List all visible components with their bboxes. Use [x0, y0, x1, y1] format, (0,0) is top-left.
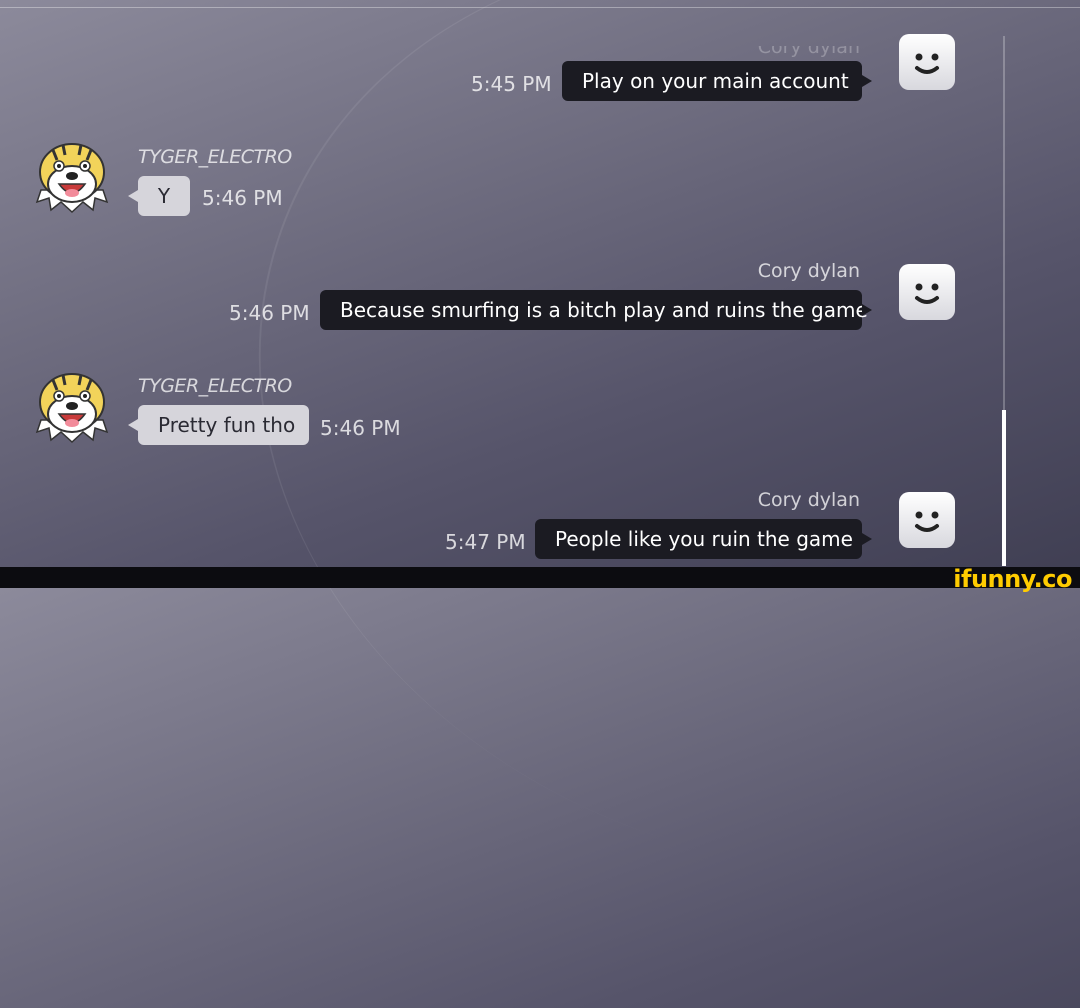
sender-name: Cory dylan — [757, 260, 860, 282]
message-bubble[interactable]: Pretty fun tho — [128, 405, 309, 445]
smiley-face-icon — [915, 53, 939, 74]
tiger-face-icon — [35, 373, 109, 444]
sender-name: Cory dylan — [757, 36, 860, 58]
footer-bar — [0, 567, 1080, 588]
message-time: 5:46 PM — [320, 416, 401, 440]
message-bubble[interactable]: Play on your main account — [562, 61, 872, 101]
message-time: 5:47 PM — [445, 530, 526, 554]
sender-name: TYGER_ELECTRO — [138, 375, 292, 397]
top-divider — [0, 7, 1080, 8]
message-time: 5:46 PM — [202, 186, 283, 210]
user-avatar[interactable] — [899, 492, 955, 548]
smiley-face-icon — [915, 511, 939, 532]
user-avatar[interactable] — [899, 34, 955, 90]
sender-name: TYGER_ELECTRO — [138, 146, 292, 168]
message-bubble[interactable]: People like you ruin the game — [535, 519, 872, 559]
message-time: 5:46 PM — [229, 301, 310, 325]
sender-name: Cory dylan — [757, 489, 860, 511]
watermark-logo: ifunny.co — [953, 565, 1072, 593]
tiger-face-icon — [35, 143, 109, 214]
user-avatar[interactable] — [899, 264, 955, 320]
message-time: 5:45 PM — [471, 72, 552, 96]
scrollbar-thumb[interactable] — [1002, 410, 1006, 566]
message-bubble[interactable]: Because smurfing is a bitch play and rui… — [320, 290, 872, 330]
tiger-avatar[interactable] — [33, 136, 111, 214]
message-bubble[interactable]: Y — [128, 176, 190, 216]
smiley-face-icon — [915, 283, 939, 304]
tiger-avatar[interactable] — [33, 366, 111, 444]
